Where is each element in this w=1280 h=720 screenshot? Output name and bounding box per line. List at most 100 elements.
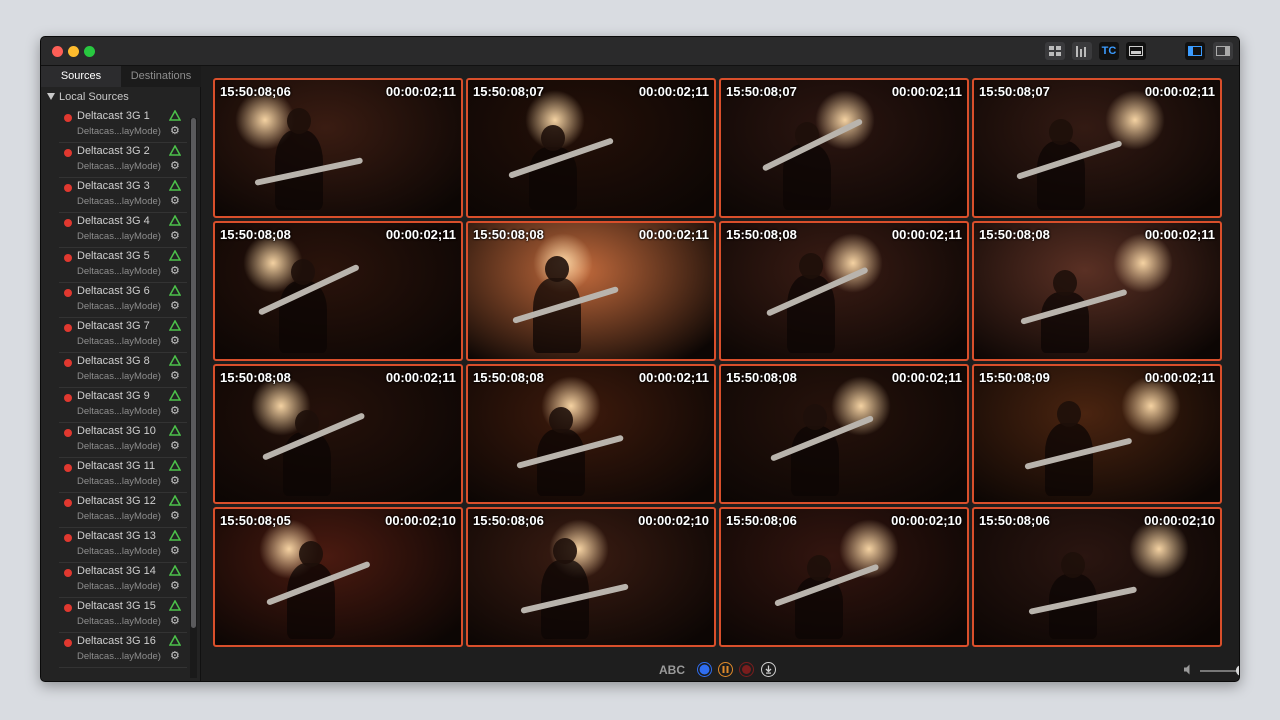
sidebar-left-button[interactable] [1185,42,1205,60]
source-item[interactable]: Deltacast 3G 9 Deltacas...layMode) ⚙ [59,388,187,423]
local-sources-group[interactable]: Local Sources [47,91,129,103]
warning-triangle-icon[interactable] [169,635,181,646]
tab-destinations[interactable]: Destinations [121,66,201,87]
source-item[interactable]: Deltacast 3G 2 Deltacas...layMode) ⚙ [59,143,187,178]
source-item[interactable]: Deltacast 3G 10 Deltacas...layMode) ⚙ [59,423,187,458]
gear-icon[interactable]: ⚙ [170,441,180,452]
source-name: Deltacast 3G 3 [77,180,150,192]
video-tile[interactable]: 15:50:08;06 00:00:02;10 [719,507,969,647]
warning-triangle-icon[interactable] [169,250,181,261]
gear-icon[interactable]: ⚙ [170,161,180,172]
download-button[interactable] [761,662,776,677]
video-tile[interactable]: 15:50:08;08 00:00:02;11 [719,364,969,504]
source-item[interactable]: Deltacast 3G 6 Deltacas...layMode) ⚙ [59,283,187,318]
source-detail: Deltacas...layMode) [77,441,161,452]
source-item[interactable]: Deltacast 3G 8 Deltacas...layMode) ⚙ [59,353,187,388]
warning-triangle-icon[interactable] [169,425,181,436]
gear-icon[interactable]: ⚙ [170,476,180,487]
gear-icon[interactable]: ⚙ [170,126,180,137]
video-tile[interactable]: 15:50:08;08 00:00:02;11 [972,221,1222,361]
gear-icon[interactable]: ⚙ [170,546,180,557]
stage-light [1105,90,1165,150]
source-detail: Deltacas...layMode) [77,161,161,172]
overlay-bar-button[interactable] [1126,42,1146,60]
source-item[interactable]: Deltacast 3G 12 Deltacas...layMode) ⚙ [59,493,187,528]
warning-triangle-icon[interactable] [169,110,181,121]
volume-slider-track[interactable] [1200,670,1239,672]
gear-icon[interactable]: ⚙ [170,651,180,662]
gear-icon[interactable]: ⚙ [170,301,180,312]
timecode-label: 15:50:08;05 [220,513,291,528]
warning-triangle-icon[interactable] [169,180,181,191]
sidebar-tabs: Sources Destinations [41,66,201,87]
video-tile[interactable]: 15:50:08;06 00:00:02;10 [466,507,716,647]
source-name: Deltacast 3G 1 [77,110,150,122]
warning-triangle-icon[interactable] [169,390,181,401]
source-detail: Deltacas...layMode) [77,301,161,312]
gear-icon[interactable]: ⚙ [170,336,180,347]
gear-icon[interactable]: ⚙ [170,371,180,382]
warning-triangle-icon[interactable] [169,320,181,331]
gear-icon[interactable]: ⚙ [170,406,180,417]
duration-label: 00:00:02;11 [1144,227,1215,242]
source-item[interactable]: Deltacast 3G 15 Deltacas...layMode) ⚙ [59,598,187,633]
record-button[interactable] [697,662,712,677]
gear-icon[interactable]: ⚙ [170,231,180,242]
timecode-label: 15:50:08;07 [473,84,544,99]
gear-icon[interactable]: ⚙ [170,581,180,592]
source-item[interactable]: Deltacast 3G 7 Deltacas...layMode) ⚙ [59,318,187,353]
app-window: TC Sources Destinations Local Sources De… [40,36,1240,682]
warning-triangle-icon[interactable] [169,495,181,506]
video-tile[interactable]: 15:50:08;08 00:00:02;11 [213,221,463,361]
video-tile[interactable]: 15:50:08;08 00:00:02;11 [466,221,716,361]
source-item[interactable]: Deltacast 3G 11 Deltacas...layMode) ⚙ [59,458,187,493]
video-tile[interactable]: 15:50:08;08 00:00:02;11 [719,221,969,361]
warning-triangle-icon[interactable] [169,355,181,366]
video-tile[interactable]: 15:50:08;09 00:00:02;11 [972,364,1222,504]
video-tile[interactable]: 15:50:08;05 00:00:02;10 [213,507,463,647]
stop-button[interactable] [739,662,754,677]
video-tile[interactable]: 15:50:08;08 00:00:02;11 [213,364,463,504]
source-item[interactable]: Deltacast 3G 1 Deltacas...layMode) ⚙ [59,108,187,143]
abc-label[interactable]: ABC [659,663,685,677]
pause-button[interactable] [718,662,733,677]
tab-sources[interactable]: Sources [41,66,121,87]
source-item[interactable]: Deltacast 3G 16 Deltacas...layMode) ⚙ [59,633,187,668]
grid-view-button[interactable] [1045,42,1065,60]
volume-slider-knob[interactable] [1236,665,1239,676]
timecode-toggle[interactable]: TC [1099,42,1119,60]
warning-triangle-icon[interactable] [169,285,181,296]
source-item[interactable]: Deltacast 3G 5 Deltacas...layMode) ⚙ [59,248,187,283]
sidebar-right-button[interactable] [1213,42,1233,60]
video-tile[interactable]: 15:50:08;07 00:00:02;11 [972,78,1222,218]
video-tile[interactable]: 15:50:08;07 00:00:02;11 [719,78,969,218]
source-item[interactable]: Deltacast 3G 4 Deltacas...layMode) ⚙ [59,213,187,248]
source-name: Deltacast 3G 2 [77,145,150,157]
gear-icon[interactable]: ⚙ [170,196,180,207]
warning-triangle-icon[interactable] [169,215,181,226]
audio-meters-button[interactable] [1072,42,1092,60]
source-name: Deltacast 3G 13 [77,530,156,542]
minimize-window-button[interactable] [68,46,79,57]
video-tile[interactable]: 15:50:08;06 00:00:02;10 [972,507,1222,647]
source-item[interactable]: Deltacast 3G 13 Deltacas...layMode) ⚙ [59,528,187,563]
warning-triangle-icon[interactable] [169,145,181,156]
video-tile[interactable]: 15:50:08;06 00:00:02;11 [213,78,463,218]
close-window-button[interactable] [52,46,63,57]
source-name: Deltacast 3G 5 [77,250,150,262]
gear-icon[interactable]: ⚙ [170,616,180,627]
warning-triangle-icon[interactable] [169,460,181,471]
warning-triangle-icon[interactable] [169,600,181,611]
source-item[interactable]: Deltacast 3G 3 Deltacas...layMode) ⚙ [59,178,187,213]
source-name: Deltacast 3G 4 [77,215,150,227]
warning-triangle-icon[interactable] [169,565,181,576]
source-item[interactable]: Deltacast 3G 14 Deltacas...layMode) ⚙ [59,563,187,598]
video-tile[interactable]: 15:50:08;07 00:00:02;11 [466,78,716,218]
sidebar-scrollbar-thumb[interactable] [191,118,196,628]
gear-icon[interactable]: ⚙ [170,266,180,277]
record-status-dot [64,394,72,402]
warning-triangle-icon[interactable] [169,530,181,541]
gear-icon[interactable]: ⚙ [170,511,180,522]
maximize-window-button[interactable] [84,46,95,57]
video-tile[interactable]: 15:50:08;08 00:00:02;11 [466,364,716,504]
